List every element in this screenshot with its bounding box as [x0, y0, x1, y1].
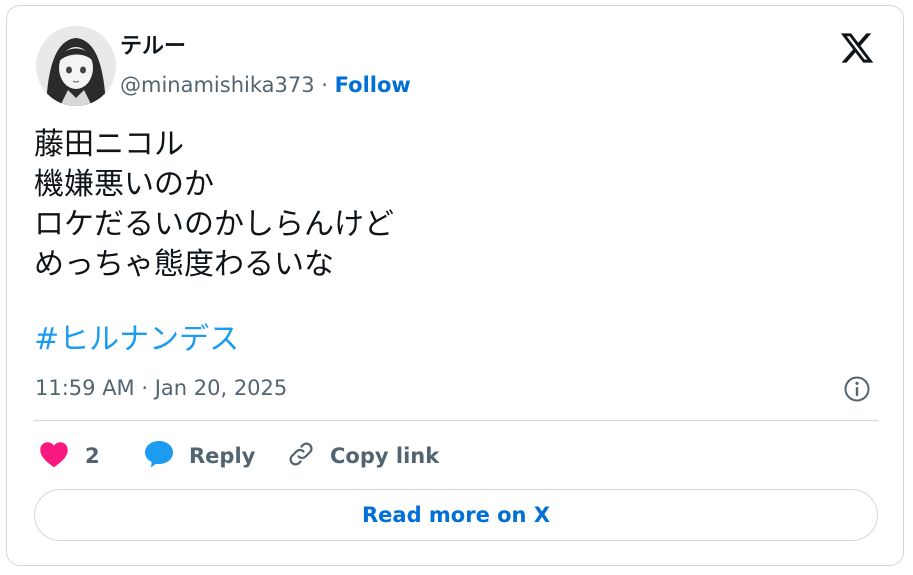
- separator-dot: ·: [321, 73, 328, 97]
- tweet-timestamp[interactable]: 11:59 AM · Jan 20, 2025: [35, 374, 287, 402]
- avatar[interactable]: [36, 26, 116, 106]
- info-icon[interactable]: [843, 375, 871, 403]
- link-icon: [286, 439, 316, 473]
- heart-icon: [39, 440, 69, 472]
- read-more-button[interactable]: Read more on X: [34, 489, 878, 541]
- follow-button[interactable]: Follow: [335, 73, 411, 97]
- reply-button[interactable]: Reply: [143, 438, 255, 474]
- user-handle[interactable]: @minamishika373: [120, 73, 315, 97]
- copy-link-label: Copy link: [330, 444, 440, 468]
- speech-bubble-icon: [143, 439, 175, 473]
- copy-link-button[interactable]: Copy link: [286, 438, 439, 474]
- tweet-text: 藤田ニコル 機嫌悪いのか ロケだるいのかしらんけど めっちゃ態度わるいな: [34, 127, 394, 282]
- divider: [34, 420, 878, 421]
- display-name[interactable]: テルー: [120, 34, 186, 60]
- x-logo-icon[interactable]: [839, 30, 875, 66]
- hashtag-link[interactable]: #ヒルナンデス: [34, 320, 239, 360]
- tweet-card: テルー @minamishika373 · Follow 藤田ニコル 機嫌悪いの…: [6, 5, 904, 566]
- like-button[interactable]: 2: [39, 438, 100, 474]
- read-more-label: Read more on X: [361, 503, 551, 527]
- handle-row: @minamishika373 · Follow: [120, 72, 411, 98]
- reply-label: Reply: [189, 444, 256, 468]
- like-count: 2: [85, 444, 100, 468]
